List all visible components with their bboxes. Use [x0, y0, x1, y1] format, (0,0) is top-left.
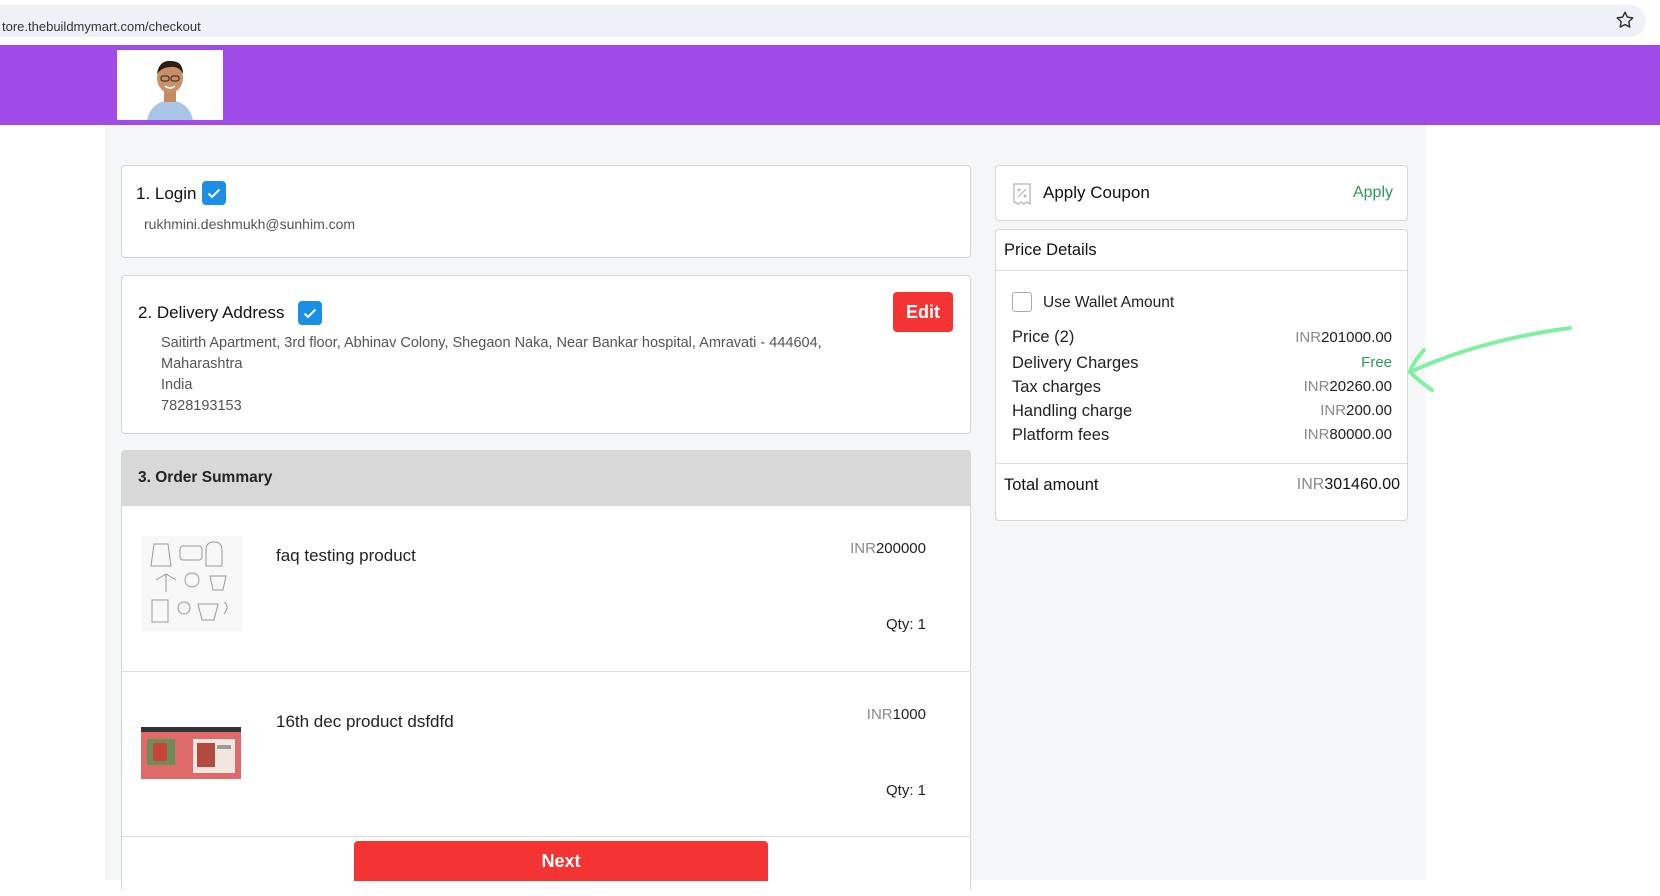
amount: Free	[1361, 354, 1392, 371]
price-row-value: Free	[1361, 354, 1392, 371]
login-email: rukhmini.deshmukh@sunhim.com	[144, 216, 356, 232]
price-row-label: Delivery Charges	[1012, 354, 1139, 372]
price-row-label: Handling charge	[1012, 402, 1133, 420]
price-row-value: INR80000.00	[1304, 426, 1392, 443]
site-logo[interactable]	[117, 50, 223, 120]
price-details-section: Price Details Use Wallet Amount Price (2…	[995, 229, 1408, 521]
currency-code: INR	[1295, 329, 1322, 346]
currency-code: INR	[866, 706, 893, 723]
amount: 301460.00	[1324, 476, 1400, 493]
login-title: 1. Login	[136, 184, 197, 203]
price-row-label: Platform fees	[1012, 426, 1110, 444]
delivery-title: 2. Delivery Address	[138, 303, 285, 322]
price-details-title: Price Details	[1004, 241, 1097, 259]
order-summary-header: 3. Order Summary	[122, 451, 970, 506]
star-icon[interactable]	[1614, 9, 1636, 31]
order-summary-title: 3. Order Summary	[138, 469, 273, 486]
address-line: Maharashtra	[161, 356, 243, 372]
delivery-address-section: 2. Delivery Address Edit Saitirth Apartm…	[121, 275, 971, 434]
price-value: 1000	[892, 706, 926, 723]
wallet-checkbox[interactable]	[1012, 292, 1032, 312]
price-row-value: INR201000.00	[1295, 329, 1392, 346]
total-value: INR301460.00	[1297, 476, 1400, 494]
coupon-label: Apply Coupon	[1043, 183, 1150, 202]
amount: 200.00	[1346, 402, 1392, 419]
list-item: 16th dec product dsfdfd INR1000 Qty: 1	[122, 671, 970, 836]
product-name: 16th dec product dsfdfd	[276, 712, 454, 731]
check-icon	[298, 301, 322, 325]
product-price: INR200000	[850, 540, 926, 557]
divider	[996, 270, 1407, 271]
price-row-value: INR200.00	[1320, 402, 1392, 419]
currency-code: INR	[1320, 402, 1347, 419]
amount: 20260.00	[1329, 378, 1392, 395]
avatar	[117, 50, 223, 120]
address-line: Saitirth Apartment, 3rd floor, Abhinav C…	[161, 335, 822, 351]
currency-code: INR	[1296, 476, 1325, 493]
coupon-icon	[1013, 183, 1031, 206]
product-qty: Qty: 1	[885, 616, 926, 633]
check-icon	[202, 181, 226, 205]
order-summary-section: 3. Order Summary faq testing product INR…	[121, 450, 971, 890]
product-price: INR1000	[867, 706, 926, 723]
currency-code: INR	[1303, 378, 1330, 395]
price-row-label: Tax charges	[1012, 378, 1101, 396]
apply-coupon-section[interactable]: Apply Coupon Apply	[995, 165, 1408, 221]
currency-code: INR	[850, 540, 876, 557]
checkout-content: 1. Login rukhmini.deshmukh@sunhim.com 2.…	[105, 125, 1425, 890]
price-row-label: Price (2)	[1012, 328, 1075, 346]
list-item: faq testing product INR200000 Qty: 1	[122, 506, 970, 671]
login-section: 1. Login rukhmini.deshmukh@sunhim.com	[121, 165, 971, 258]
browser-toolbar: tore.thebuildmymart.com/checkout	[0, 0, 1660, 44]
edit-address-button[interactable]: Edit	[893, 292, 953, 332]
price-value: 200000	[875, 540, 926, 557]
next-button-row: Next	[122, 836, 970, 896]
product-image	[141, 727, 241, 779]
amount: 201000.00	[1321, 329, 1392, 346]
divider	[996, 463, 1407, 464]
next-button[interactable]: Next	[354, 841, 768, 881]
url-text: tore.thebuildmymart.com/checkout	[2, 19, 201, 34]
price-row-value: INR20260.00	[1304, 378, 1392, 395]
annotation-arrow	[1408, 326, 1572, 392]
address-line: India	[161, 377, 193, 393]
wallet-label: Use Wallet Amount	[1043, 294, 1175, 311]
product-image	[142, 536, 242, 631]
amount: 80000.00	[1329, 426, 1392, 443]
currency-code: INR	[1303, 426, 1330, 443]
product-name: faq testing product	[276, 546, 416, 565]
site-header	[0, 45, 1660, 125]
address-bar[interactable]: tore.thebuildmymart.com/checkout	[0, 5, 1646, 37]
address-phone: 7828193153	[161, 398, 242, 414]
apply-coupon-link[interactable]: Apply	[1353, 184, 1393, 202]
product-qty: Qty: 1	[885, 782, 926, 799]
total-label: Total amount	[1004, 476, 1099, 494]
